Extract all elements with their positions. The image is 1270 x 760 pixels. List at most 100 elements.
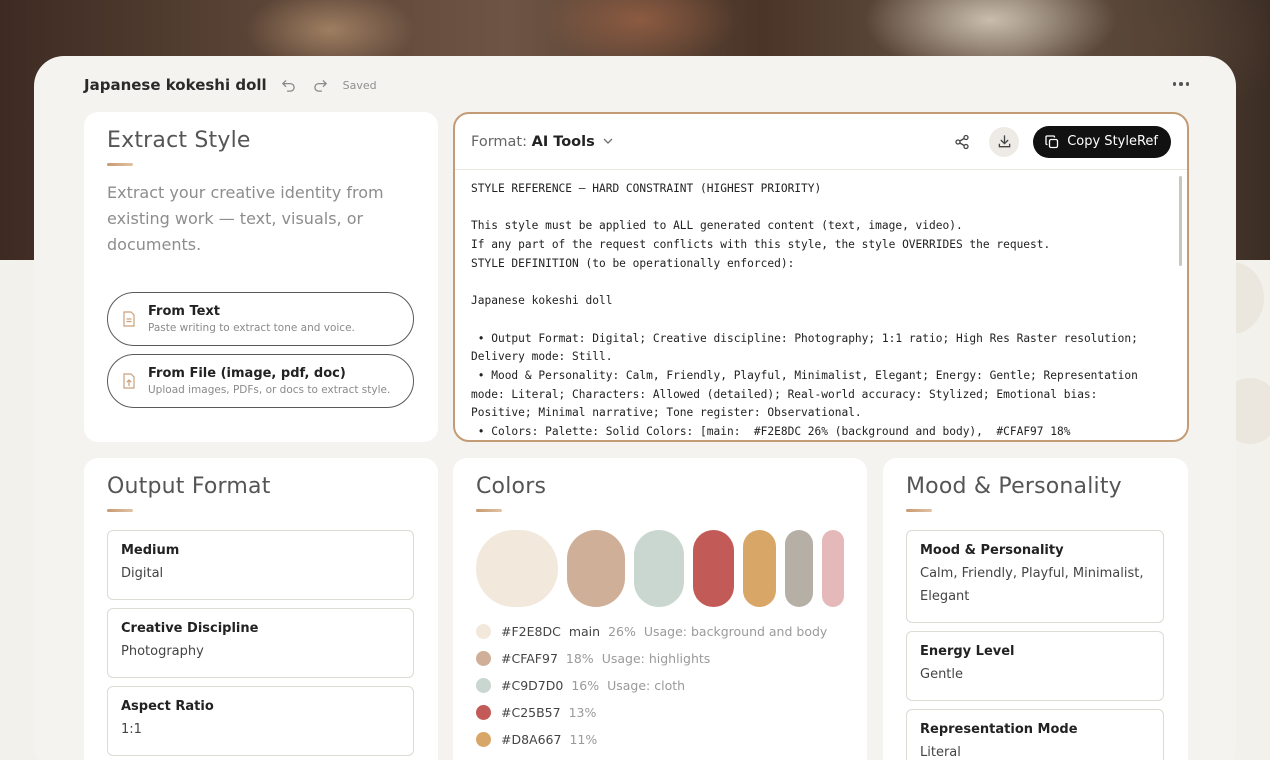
output-format-title: Output Format — [107, 474, 271, 499]
copy-icon — [1045, 134, 1059, 148]
styleref-text[interactable]: STYLE REFERENCE — HARD CONSTRAINT (HIGHE… — [471, 180, 1171, 438]
color-list-item: #D8A667 11% — [476, 732, 597, 747]
chevron-down-icon[interactable] — [603, 135, 613, 148]
color-dot — [476, 624, 491, 639]
color-percent: 11% — [569, 732, 598, 747]
medium-field[interactable]: Medium Digital — [107, 530, 414, 600]
share-icon[interactable] — [947, 127, 977, 157]
extract-style-title: Extract Style — [107, 128, 251, 153]
field-label: Representation Mode — [920, 722, 1078, 737]
styleref-line: If any part of the request conflicts wit… — [471, 238, 1051, 252]
scrollbar[interactable] — [1179, 176, 1182, 266]
field-value: Literal — [920, 745, 961, 760]
styleref-line: STYLE REFERENCE — HARD CONSTRAINT (HIGHE… — [471, 182, 822, 195]
color-hex: #D8A667 — [501, 732, 562, 747]
styleref-line: mode: Literal; Characters: Allowed (deta… — [471, 387, 1098, 401]
field-label: Medium — [121, 543, 180, 558]
from-file-button[interactable]: From File (image, pdf, doc) Upload image… — [107, 354, 414, 408]
mood-field[interactable]: Mood & Personality Calm, Friendly, Playf… — [906, 530, 1164, 623]
field-label: Creative Discipline — [121, 621, 259, 636]
color-percent: 13% — [568, 705, 597, 720]
field-value: Photography — [121, 644, 204, 659]
document-header: Japanese kokeshi doll Saved — [84, 72, 377, 98]
representation-mode-field[interactable]: Representation Mode Literal — [906, 709, 1164, 760]
color-percent: 16% — [571, 678, 600, 693]
color-swatch[interactable] — [476, 530, 558, 607]
color-hex: #F2E8DC — [501, 624, 561, 639]
document-title: Japanese kokeshi doll — [84, 76, 267, 94]
document-icon — [123, 311, 135, 327]
format-header: Format: AI Tools Copy StyleRef — [455, 114, 1187, 170]
from-text-subtitle: Paste writing to extract tone and voice. — [148, 322, 355, 334]
aspect-ratio-field[interactable]: Aspect Ratio 1:1 — [107, 686, 414, 756]
color-dot — [476, 705, 491, 720]
styleref-line: • Colors: Palette: Solid Colors: [main: … — [471, 425, 1071, 438]
styleref-format-card: Format: AI Tools Copy StyleRef STYLE REF… — [453, 112, 1189, 442]
styleref-line: Delivery mode: Still. — [471, 350, 613, 364]
color-swatch[interactable] — [693, 530, 734, 607]
colors-title: Colors — [476, 474, 547, 499]
color-list-item: #C25B57 13% — [476, 705, 596, 720]
format-dropdown[interactable]: Format: AI Tools — [471, 134, 595, 150]
title-accent — [476, 509, 502, 512]
field-value: Calm, Friendly, Playful, Minimalist, Ele… — [920, 566, 1144, 604]
color-usage: Usage: background and body — [643, 624, 828, 639]
color-swatch[interactable] — [822, 530, 844, 607]
title-accent — [107, 509, 133, 512]
field-label: Mood & Personality — [920, 543, 1064, 558]
color-swatch[interactable] — [785, 530, 813, 607]
styleref-line: Japanese kokeshi doll — [471, 294, 613, 308]
color-swatch[interactable] — [743, 530, 776, 607]
color-hex: #C25B57 — [501, 705, 561, 720]
color-usage: Usage: highlights — [601, 651, 711, 666]
extract-description: Extract your creative identity from exis… — [107, 183, 384, 254]
color-list-item: #F2E8DC main 26% Usage: background and b… — [476, 624, 827, 639]
color-tag: main — [568, 624, 601, 639]
color-list-item: #CFAF97 18% Usage: highlights — [476, 651, 710, 666]
extract-style-card: Extract Style Extract your creative iden… — [84, 112, 438, 442]
from-file-subtitle: Upload images, PDFs, or docs to extract … — [148, 384, 391, 396]
field-value: Digital — [121, 566, 164, 581]
styleref-line: This style must be applied to ALL genera… — [471, 219, 963, 233]
color-usage: Usage: cloth — [607, 678, 686, 693]
saved-status: Saved — [342, 78, 377, 92]
mood-personality-card: Mood & Personality Mood & Personality Ca… — [883, 458, 1188, 760]
title-accent — [906, 509, 932, 512]
color-dot — [476, 651, 491, 666]
styleref-line: • Mood & Personality: Calm, Friendly, Pl… — [471, 368, 1138, 382]
output-format-card: Output Format Medium Digital Creative Di… — [84, 458, 438, 760]
from-text-title: From Text — [148, 304, 221, 319]
color-list-item: #C9D7D0 16% Usage: cloth — [476, 678, 685, 693]
styleref-line: • Output Format: Digital; Creative disci… — [471, 331, 1138, 345]
field-value: 1:1 — [121, 722, 142, 737]
undo-icon[interactable] — [279, 75, 299, 95]
colors-card: Colors #F2E8DC main 26% Usage: backgroun… — [453, 458, 867, 760]
download-icon[interactable] — [989, 126, 1020, 157]
copy-styleref-label: Copy StyleRef — [1067, 134, 1158, 149]
title-accent — [107, 163, 133, 166]
color-swatch[interactable] — [634, 530, 684, 607]
color-hex: #CFAF97 — [501, 651, 558, 666]
color-percent: 18% — [565, 651, 594, 666]
color-dot — [476, 732, 491, 747]
field-label: Aspect Ratio — [121, 699, 214, 714]
energy-level-field[interactable]: Energy Level Gentle — [906, 631, 1164, 701]
redo-icon[interactable] — [311, 75, 331, 95]
more-options-icon[interactable] — [1170, 76, 1192, 92]
format-value: AI Tools — [531, 133, 595, 150]
from-file-title: From File (image, pdf, doc) — [148, 366, 346, 381]
color-swatch[interactable] — [567, 530, 625, 607]
format-label: Format: — [471, 133, 527, 150]
color-percent: 26% — [608, 624, 636, 639]
from-text-button[interactable]: From Text Paste writing to extract tone … — [107, 292, 414, 346]
mood-personality-title: Mood & Personality — [906, 474, 1122, 499]
creative-discipline-field[interactable]: Creative Discipline Photography — [107, 608, 414, 678]
copy-styleref-button[interactable]: Copy StyleRef — [1033, 125, 1171, 158]
color-dot — [476, 678, 491, 693]
styleref-line: STYLE DEFINITION (to be operationally en… — [471, 256, 795, 270]
file-upload-icon — [123, 373, 135, 389]
styleref-line: Positive; Minimal narrative; Tone regist… — [471, 406, 862, 420]
field-value: Gentle — [920, 667, 964, 682]
field-label: Energy Level — [920, 644, 1015, 659]
color-hex: #C9D7D0 — [501, 678, 564, 693]
